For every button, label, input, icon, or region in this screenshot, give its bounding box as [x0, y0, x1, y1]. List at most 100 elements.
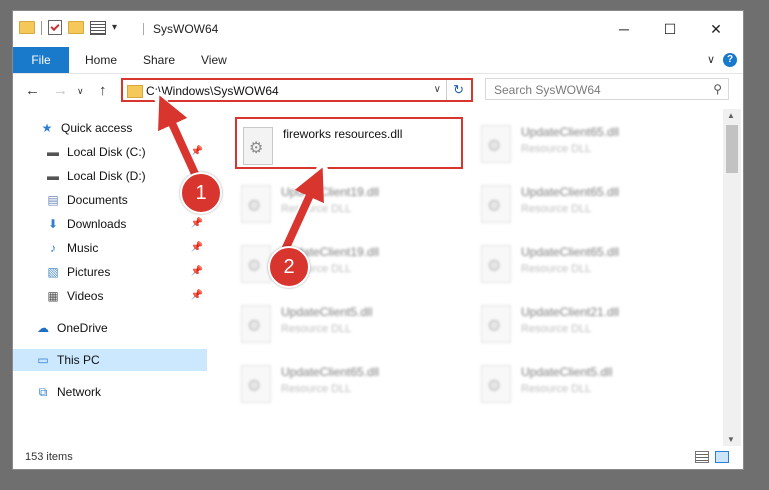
file-item[interactable]: ⚙ UpdateClient19.dll Resource DLL	[235, 177, 463, 229]
dll-file-icon: ⚙	[241, 305, 271, 343]
videos-icon: ▦	[47, 289, 59, 303]
search-box[interactable]: ⚲	[485, 78, 729, 101]
gear-icon: ⚙	[247, 198, 262, 215]
navigation-bar: ← → ∨ ↑ C:\Windows\SysWOW64 ∨ ↻ ⚲	[13, 74, 743, 106]
tab-home[interactable]: Home	[85, 47, 117, 73]
sidebar-item-label: Music	[67, 241, 99, 255]
file-name: UpdateClient5.dll	[281, 305, 373, 319]
sidebar-item-pictures[interactable]: ▧ Pictures 📌	[13, 261, 207, 283]
pin-icon: 📌	[190, 146, 203, 157]
file-item[interactable]: ⚙ UpdateClient65.dll Resource DLL	[475, 177, 703, 229]
details-view-icon[interactable]	[695, 451, 709, 463]
gear-icon: ⚙	[247, 378, 262, 395]
file-type: Resource DLL	[281, 383, 352, 395]
navigation-pane: ★ Quick access ▬ Local Disk (C:) 📌 ▬ Loc…	[13, 111, 207, 446]
sidebar-item-label: This PC	[57, 353, 100, 367]
pin-icon: 📌	[190, 290, 203, 301]
sidebar-item-videos[interactable]: ▦ Videos 📌	[13, 285, 207, 307]
file-type: Resource DLL	[281, 323, 352, 335]
help-icon[interactable]: ?	[723, 53, 737, 67]
file-type: Resource DLL	[521, 263, 592, 275]
search-input[interactable]	[486, 79, 706, 101]
view-icon[interactable]	[90, 20, 106, 35]
sidebar-item-label: Downloads	[67, 217, 127, 231]
tab-view[interactable]: View	[201, 47, 227, 73]
address-dropdown-icon[interactable]: ∨	[434, 84, 441, 95]
scrollbar-thumb[interactable]	[726, 125, 738, 173]
file-name: UpdateClient65.dll	[521, 185, 620, 199]
forward-arrow-icon[interactable]: →	[53, 82, 68, 99]
file-item[interactable]: ⚙ UpdateClient5.dll Resource DLL	[235, 297, 463, 349]
sidebar-item-network[interactable]: ⧉ Network	[13, 381, 207, 403]
file-item[interactable]: ⚙ UpdateClient65.dll Resource DLL	[235, 357, 463, 409]
refresh-icon[interactable]: ↻	[453, 82, 464, 98]
file-item[interactable]: ⚙ UpdateClient65.dll Resource DLL	[475, 237, 703, 289]
item-count: 153 items	[25, 451, 73, 463]
dll-file-icon: ⚙	[241, 365, 271, 403]
sidebar-item-label: Local Disk (D:)	[67, 169, 146, 183]
gear-icon: ⚙	[487, 198, 502, 215]
download-icon: ⬇	[47, 217, 59, 231]
dll-file-icon: ⚙	[241, 245, 271, 283]
dll-file-icon: ⚙	[481, 365, 511, 403]
cloud-icon: ☁	[37, 321, 49, 335]
address-path[interactable]: C:\Windows\SysWOW64	[146, 84, 279, 98]
file-name: UpdateClient65.dll	[281, 365, 380, 379]
file-item[interactable]: ⚙ UpdateClient21.dll Resource DLL	[475, 297, 703, 349]
vertical-scrollbar[interactable]: ▲ ▼	[723, 109, 741, 446]
new-folder-icon[interactable]	[68, 21, 84, 34]
file-name: UpdateClient65.dll	[521, 245, 620, 259]
recent-dropdown-icon[interactable]: ∨	[77, 86, 84, 97]
scroll-up-icon[interactable]: ▲	[727, 111, 735, 120]
back-arrow-icon[interactable]: ←	[25, 82, 40, 99]
address-bar[interactable]: C:\Windows\SysWOW64 ∨ ↻	[121, 78, 473, 102]
file-item[interactable]: ⚙ UpdateClient65.dll Resource DLL	[475, 117, 703, 169]
callout-badge-2: 2	[268, 246, 310, 288]
file-item-highlighted[interactable]: ⚙ fireworks resources.dll	[235, 117, 463, 169]
sidebar-item-downloads[interactable]: ⬇ Downloads 📌	[13, 213, 207, 235]
gear-icon: ⚙	[487, 258, 502, 275]
title-divider	[143, 23, 144, 35]
file-name: UpdateClient21.dll	[521, 305, 620, 319]
folder-icon	[127, 85, 143, 98]
search-icon[interactable]: ⚲	[713, 82, 722, 96]
properties-icon[interactable]	[48, 20, 62, 35]
gear-icon: ⚙	[249, 140, 264, 157]
pin-icon: 📌	[190, 242, 203, 253]
sidebar-item-local-disk-d[interactable]: ▬ Local Disk (D:)	[13, 165, 207, 187]
window-title: SysWOW64	[153, 22, 219, 36]
file-type: Resource DLL	[521, 203, 592, 215]
drive-icon: ▬	[47, 145, 59, 159]
folder-icon	[19, 21, 35, 34]
dll-file-icon: ⚙	[243, 127, 273, 165]
large-icons-view-icon[interactable]	[715, 451, 729, 463]
gear-icon: ⚙	[487, 378, 502, 395]
drive-icon: ▬	[47, 169, 59, 183]
sidebar-item-label: Videos	[67, 289, 104, 303]
gear-icon: ⚙	[487, 318, 502, 335]
callout-badge-1: 1	[180, 172, 222, 214]
customize-dropdown-icon[interactable]: ▾	[112, 22, 117, 33]
sidebar-item-documents[interactable]: ▤ Documents 📌	[13, 189, 207, 211]
quick-access-toolbar: ▾	[19, 20, 117, 35]
tab-file[interactable]: File	[13, 47, 69, 73]
ribbon-tabs: File Home Share View ∨ ?	[13, 47, 743, 74]
sidebar-item-onedrive[interactable]: ☁ OneDrive	[13, 317, 207, 339]
maximize-button[interactable]: ☐	[647, 11, 693, 47]
sidebar-item-label: Local Disk (C:)	[67, 145, 146, 159]
file-name: UpdateClient65.dll	[521, 125, 620, 139]
file-name: UpdateClient19.dll	[281, 185, 380, 199]
scroll-down-icon[interactable]: ▼	[727, 435, 735, 444]
sidebar-item-quick-access[interactable]: ★ Quick access	[13, 117, 207, 139]
sidebar-item-local-disk-c[interactable]: ▬ Local Disk (C:) 📌	[13, 141, 207, 163]
close-button[interactable]: ✕	[693, 11, 739, 47]
file-item[interactable]: ⚙ UpdateClient5.dll Resource DLL	[475, 357, 703, 409]
sidebar-item-music[interactable]: ♪ Music 📌	[13, 237, 207, 259]
sidebar-item-this-pc[interactable]: ▭ This PC	[13, 349, 207, 371]
dll-file-icon: ⚙	[481, 185, 511, 223]
minimize-button[interactable]: ─	[601, 11, 647, 47]
up-arrow-icon[interactable]: ↑	[99, 82, 107, 99]
dll-file-icon: ⚙	[241, 185, 271, 223]
tab-share[interactable]: Share	[143, 47, 175, 73]
expand-ribbon-icon[interactable]: ∨	[707, 53, 715, 66]
